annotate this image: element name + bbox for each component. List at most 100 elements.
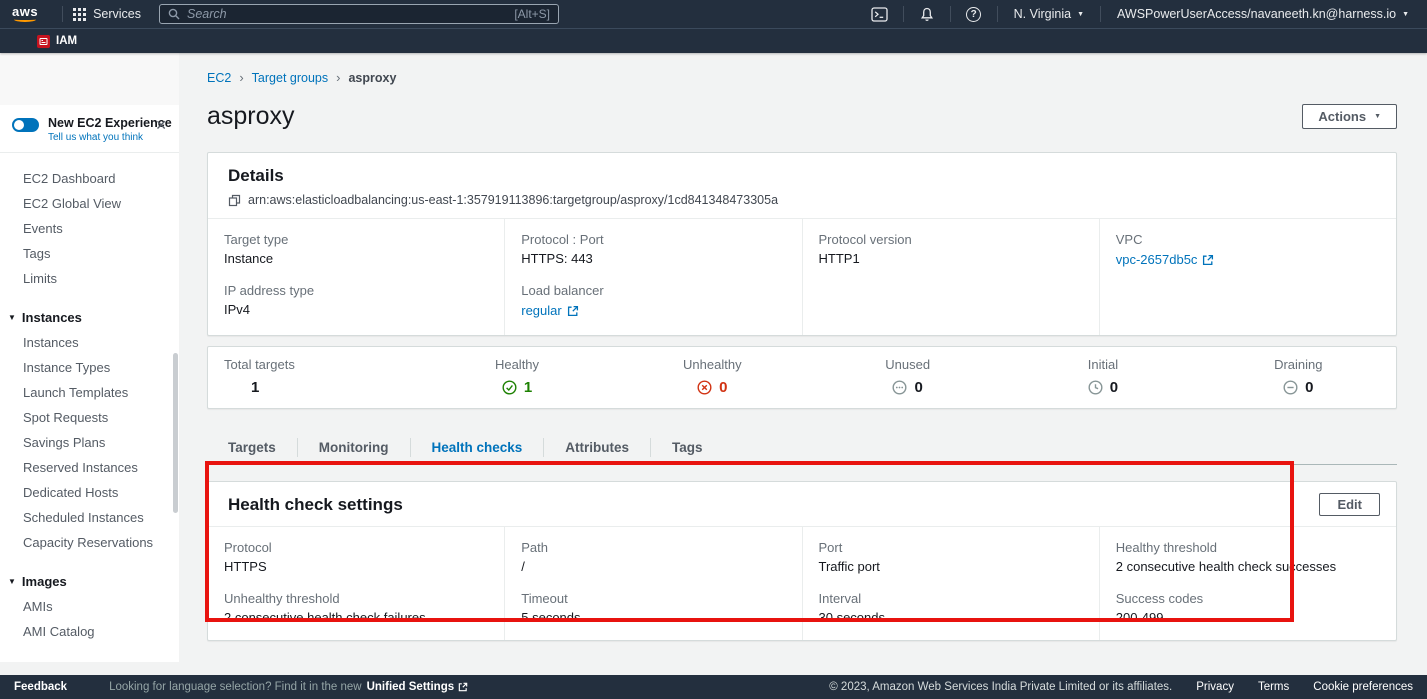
sidebar-item-spot-requests[interactable]: Spot Requests bbox=[0, 405, 179, 430]
sidebar-item-reserved-instances[interactable]: Reserved Instances bbox=[0, 455, 179, 480]
breadcrumb-ec2-link[interactable]: EC2 bbox=[207, 71, 231, 85]
field-label: Interval bbox=[819, 591, 1079, 606]
sidebar-item-ami-catalog[interactable]: AMI Catalog bbox=[0, 619, 179, 644]
sidebar-item-limits[interactable]: Limits bbox=[0, 266, 179, 291]
clock-icon bbox=[1088, 380, 1103, 395]
sidebar-item-dedicated-hosts[interactable]: Dedicated Hosts bbox=[0, 480, 179, 505]
breadcrumb: EC2 › Target groups › asproxy bbox=[207, 70, 1397, 85]
tab-attributes[interactable]: Attributes bbox=[544, 431, 650, 464]
field-label: VPC bbox=[1116, 232, 1376, 247]
divider bbox=[950, 6, 951, 22]
search-input[interactable] bbox=[187, 7, 514, 21]
cloudshell-button[interactable] bbox=[867, 3, 893, 25]
field-label: Port bbox=[819, 540, 1079, 555]
field-value: HTTP1 bbox=[819, 251, 1079, 266]
divider bbox=[1100, 6, 1101, 22]
field-value: HTTPS bbox=[224, 559, 484, 574]
details-panel: Details arn:aws:elasticloadbalancing:us-… bbox=[207, 152, 1397, 336]
sidebar-item-amis[interactable]: AMIs bbox=[0, 594, 179, 619]
sidebar-scrollbar[interactable] bbox=[173, 353, 178, 513]
tab-health-checks[interactable]: Health checks bbox=[411, 431, 544, 464]
field-label: Success codes bbox=[1116, 591, 1376, 606]
new-experience-title: New EC2 Experience bbox=[48, 116, 172, 130]
sidebar-item-tags[interactable]: Tags bbox=[0, 241, 179, 266]
summary-draining: Draining 0 bbox=[1201, 357, 1396, 396]
field-value: 5 seconds bbox=[521, 610, 781, 625]
aws-logo[interactable]: aws bbox=[12, 6, 38, 22]
sidebar-item-scheduled-instances[interactable]: Scheduled Instances bbox=[0, 505, 179, 530]
sidebar-item-ec2-global-view[interactable]: EC2 Global View bbox=[0, 191, 179, 216]
field-label: Unhealthy threshold bbox=[224, 591, 484, 606]
vpc-link[interactable]: vpc-2657db5c bbox=[1116, 252, 1215, 267]
tab-targets[interactable]: Targets bbox=[207, 431, 297, 464]
external-link-icon bbox=[458, 682, 468, 692]
check-circle-icon bbox=[502, 380, 517, 395]
close-icon[interactable]: ✕ bbox=[155, 119, 167, 131]
edit-button[interactable]: Edit bbox=[1319, 493, 1380, 516]
target-group-arn: arn:aws:elasticloadbalancing:us-east-1:3… bbox=[248, 193, 778, 207]
divider bbox=[62, 6, 63, 22]
services-label: Services bbox=[93, 7, 141, 21]
field-value: 2 consecutive health check failures bbox=[224, 610, 484, 625]
sidebar-section-instances[interactable]: ▼Instances bbox=[0, 305, 179, 330]
favorite-iam-link[interactable]: IAM bbox=[37, 35, 77, 48]
sidebar-item-capacity-reservations[interactable]: Capacity Reservations bbox=[0, 530, 179, 555]
tab-monitoring[interactable]: Monitoring bbox=[298, 431, 410, 464]
health-check-settings-panel: Health check settings Edit ProtocolHTTPS… bbox=[207, 481, 1397, 641]
field-label: Path bbox=[521, 540, 781, 555]
terms-link[interactable]: Terms bbox=[1258, 681, 1289, 693]
notifications-bell-button[interactable] bbox=[914, 3, 940, 25]
help-button[interactable]: ? bbox=[961, 3, 987, 25]
search-shortcut-hint: [Alt+S] bbox=[514, 7, 550, 21]
copy-icon[interactable] bbox=[228, 194, 241, 207]
field-value: 30 seconds bbox=[819, 610, 1079, 625]
sidebar-item-instances[interactable]: Instances bbox=[0, 330, 179, 355]
region-selector[interactable]: N. Virginia ▼ bbox=[1008, 7, 1090, 21]
search-icon bbox=[168, 8, 180, 20]
summary-unhealthy: Unhealthy 0 bbox=[615, 357, 810, 396]
dots-circle-icon bbox=[892, 380, 907, 395]
global-search[interactable]: [Alt+S] bbox=[159, 4, 559, 24]
sidebar-bottom-spacer bbox=[0, 662, 179, 675]
field-value: 200-499 bbox=[1116, 610, 1376, 625]
external-link-icon bbox=[567, 305, 579, 317]
sidebar-item-savings-plans[interactable]: Savings Plans bbox=[0, 430, 179, 455]
copyright-text: © 2023, Amazon Web Services India Privat… bbox=[829, 681, 1172, 693]
favorite-label: IAM bbox=[56, 35, 77, 47]
feedback-button[interactable]: Feedback bbox=[14, 681, 67, 693]
sidebar-item-launch-templates[interactable]: Launch Templates bbox=[0, 380, 179, 405]
chevron-down-icon: ▼ bbox=[1402, 11, 1409, 18]
field-label: Healthy threshold bbox=[1116, 540, 1376, 555]
health-check-grid: ProtocolHTTPS Unhealthy threshold2 conse… bbox=[208, 527, 1396, 640]
summary-healthy: Healthy 1 bbox=[419, 357, 614, 396]
summary-total-targets: Total targets 1 bbox=[208, 357, 419, 396]
iam-service-icon bbox=[37, 35, 50, 48]
new-experience-toggle[interactable] bbox=[12, 118, 39, 132]
minus-circle-icon bbox=[1283, 380, 1298, 395]
account-menu[interactable]: AWSPowerUserAccess/navaneeth.kn@harness.… bbox=[1111, 7, 1415, 21]
footer-bar: Feedback Looking for language selection?… bbox=[0, 675, 1427, 699]
tell-us-link[interactable]: Tell us what you think bbox=[48, 132, 172, 143]
targets-summary-panel: Total targets 1 Healthy 1 Unhealthy 0 Un… bbox=[207, 346, 1397, 409]
region-label: N. Virginia bbox=[1014, 7, 1071, 21]
chevron-down-icon: ▼ bbox=[1077, 11, 1084, 18]
detail-tabs: Targets Monitoring Health checks Attribu… bbox=[207, 431, 1397, 465]
sidebar-section-images[interactable]: ▼Images bbox=[0, 569, 179, 594]
field-label: Protocol version bbox=[819, 232, 1079, 247]
actions-button[interactable]: Actions ▼ bbox=[1302, 104, 1397, 129]
cookie-preferences-link[interactable]: Cookie preferences bbox=[1313, 681, 1413, 693]
breadcrumb-separator-icon: › bbox=[336, 70, 340, 85]
sidebar-item-events[interactable]: Events bbox=[0, 216, 179, 241]
aws-logo-text: aws bbox=[12, 6, 38, 17]
load-balancer-link[interactable]: regular bbox=[521, 303, 578, 318]
unified-settings-link[interactable]: Unified Settings bbox=[367, 681, 469, 693]
field-value: HTTPS: 443 bbox=[521, 251, 781, 266]
tab-tags[interactable]: Tags bbox=[651, 431, 724, 464]
services-menu-button[interactable]: Services bbox=[73, 7, 141, 21]
field-value: IPv4 bbox=[224, 302, 484, 317]
breadcrumb-target-groups-link[interactable]: Target groups bbox=[252, 71, 328, 85]
privacy-link[interactable]: Privacy bbox=[1196, 681, 1234, 693]
sidebar-item-instance-types[interactable]: Instance Types bbox=[0, 355, 179, 380]
page-title: asproxy bbox=[207, 102, 295, 131]
sidebar-item-ec2-dashboard[interactable]: EC2 Dashboard bbox=[0, 166, 179, 191]
